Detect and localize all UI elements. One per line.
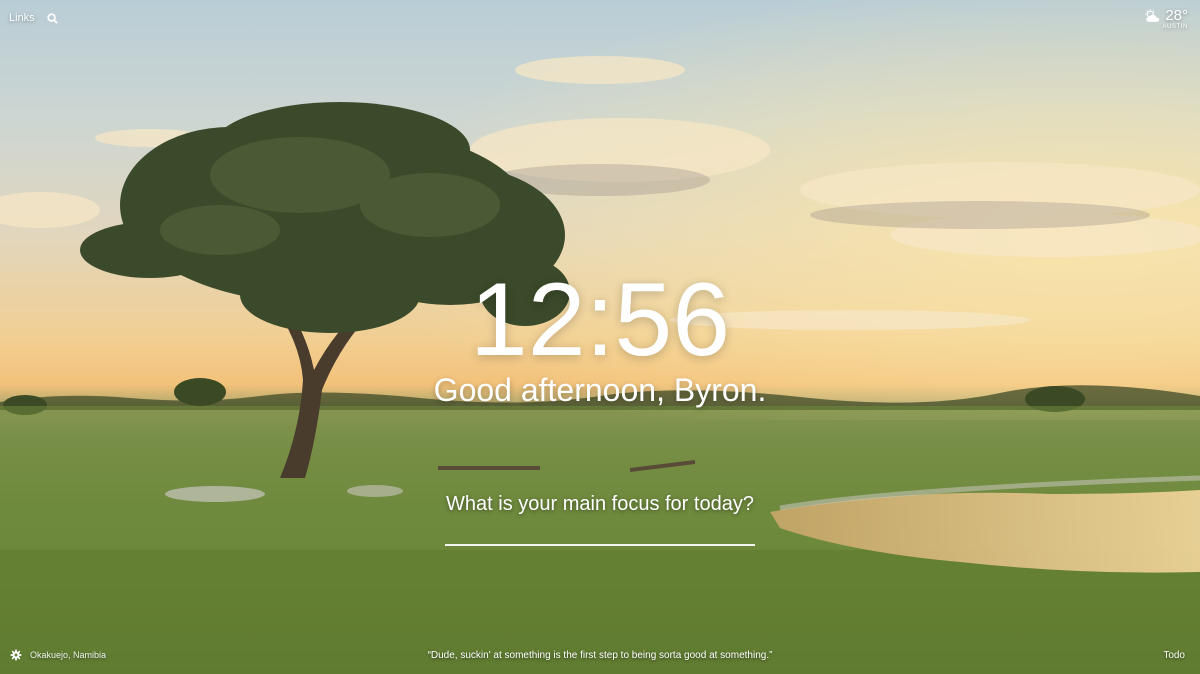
focus-input[interactable] bbox=[445, 518, 755, 546]
greeting: Good afternoon, Byron. bbox=[433, 372, 767, 408]
weather-location: AUSTIN bbox=[1162, 24, 1188, 30]
weather-widget[interactable]: 28° AUSTIN bbox=[1144, 7, 1188, 30]
clock: 12:56 bbox=[469, 262, 731, 378]
quote: “Dude, suckin' at something is the first… bbox=[427, 650, 773, 661]
weather-row: 28° bbox=[1144, 7, 1188, 24]
focus-question: What is your main focus for today? bbox=[446, 493, 754, 515]
links-button[interactable]: Links bbox=[9, 12, 35, 24]
background-photo: Links 28° AUSTIN 12:56 Good afternoon, B… bbox=[0, 0, 1200, 674]
search-icon[interactable] bbox=[47, 12, 58, 24]
partly-cloudy-icon bbox=[1145, 8, 1160, 22]
links-area: Links bbox=[9, 12, 58, 24]
todo-button[interactable]: Todo bbox=[1163, 650, 1185, 661]
temperature: 28° bbox=[1165, 7, 1188, 24]
